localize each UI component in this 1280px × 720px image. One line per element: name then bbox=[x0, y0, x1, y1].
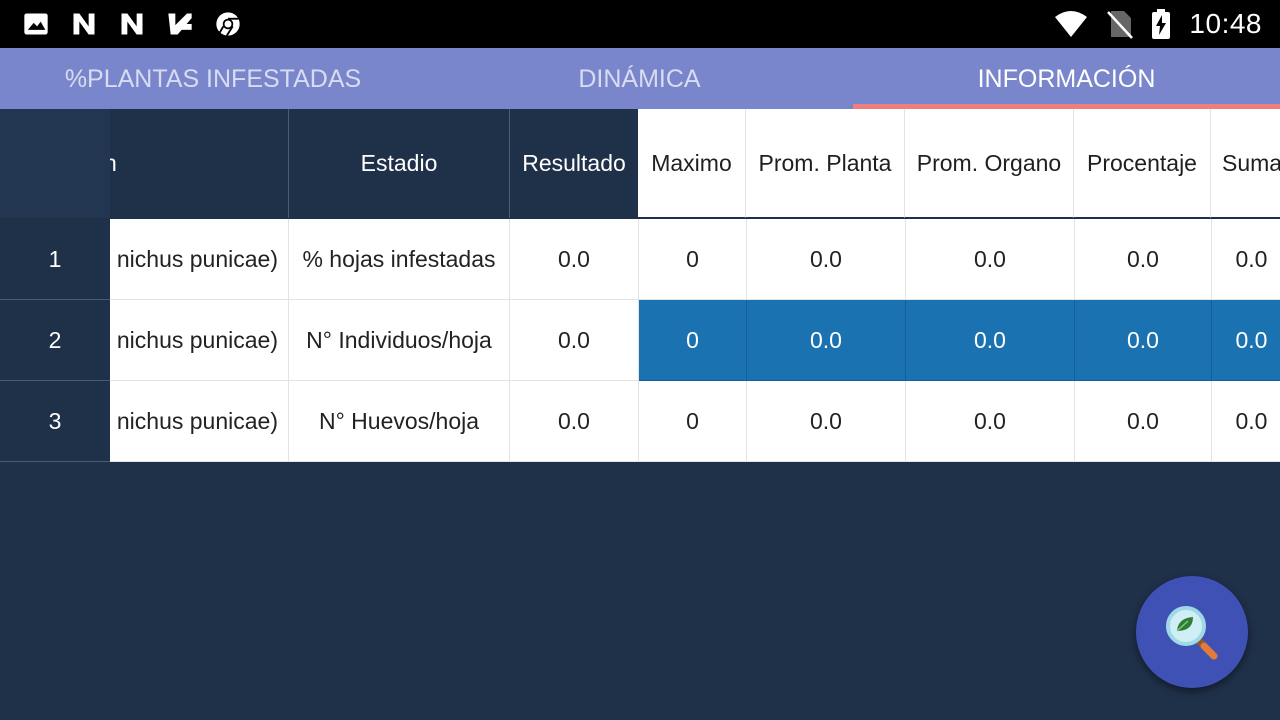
table-cell-prom-planta[interactable]: 0.0 bbox=[747, 381, 906, 462]
column-header-maximo[interactable]: Maximo bbox=[638, 109, 746, 218]
table-cell-estadio[interactable]: % hojas infestadas bbox=[289, 219, 510, 300]
search-fab-button[interactable] bbox=[1136, 576, 1248, 688]
table-cell-resultado[interactable]: 0.0 bbox=[510, 300, 639, 381]
notification-icons bbox=[22, 10, 242, 38]
n-app-icon bbox=[73, 13, 95, 35]
header-divider bbox=[288, 109, 289, 218]
system-icons: 10:48 bbox=[1053, 8, 1262, 40]
corner-header bbox=[0, 109, 110, 218]
data-table: n Estadio Resultado Maximo Prom. Planta … bbox=[0, 109, 1280, 462]
image-icon bbox=[24, 13, 48, 35]
table-cell-suma[interactable]: 0.0 bbox=[1212, 219, 1280, 300]
wifi-icon bbox=[1055, 11, 1088, 37]
row-number: 1 bbox=[0, 219, 110, 300]
column-header-resultado[interactable]: Resultado bbox=[510, 109, 638, 218]
tab-plantas-infestadas[interactable]: %PLANTAS INFESTADAS bbox=[0, 48, 426, 109]
column-header-suma[interactable]: Suma bbox=[1211, 109, 1280, 218]
column-header-name[interactable]: n bbox=[110, 109, 288, 218]
table-cell-procentaje[interactable]: 0.0 bbox=[1075, 219, 1212, 300]
table-cell-prom-organo[interactable]: 0.0 bbox=[906, 219, 1075, 300]
row-number: 2 bbox=[0, 300, 110, 381]
table-cell-estadio[interactable]: N° Huevos/hoja bbox=[289, 381, 510, 462]
row-number: 3 bbox=[0, 381, 110, 462]
table-cell-prom-planta[interactable]: 0.0 bbox=[747, 300, 906, 381]
column-header-prom-planta[interactable]: Prom. Planta bbox=[746, 109, 905, 218]
battery-charging-icon bbox=[1152, 9, 1171, 39]
table-cell-estadio[interactable]: N° Individuos/hoja bbox=[289, 300, 510, 381]
tab-bar: %PLANTAS INFESTADAS DINÁMICA INFORMACIÓN bbox=[0, 48, 1280, 109]
table-cell-maximo[interactable]: 0 bbox=[639, 381, 747, 462]
n-app-icon bbox=[121, 13, 143, 35]
table-cell-procentaje[interactable]: 0.0 bbox=[1075, 381, 1212, 462]
table-cell-name[interactable]: nichus punicae) bbox=[110, 381, 289, 462]
column-header-estadio[interactable]: Estadio bbox=[289, 109, 509, 218]
no-sim-icon bbox=[1107, 11, 1134, 39]
table-cell-resultado[interactable]: 0.0 bbox=[510, 219, 639, 300]
column-header-prom-organo[interactable]: Prom. Organo bbox=[905, 109, 1074, 218]
table-cell-suma[interactable]: 0.0 bbox=[1212, 300, 1280, 381]
column-header-procentaje[interactable]: Procentaje bbox=[1074, 109, 1211, 218]
table-cell-prom-planta[interactable]: 0.0 bbox=[747, 219, 906, 300]
checkmark-app-icon bbox=[168, 13, 192, 35]
magnifier-leaf-icon bbox=[1166, 606, 1218, 660]
table-cell-prom-organo[interactable]: 0.0 bbox=[906, 300, 1075, 381]
table-cell-name[interactable]: nichus punicae) bbox=[110, 300, 289, 381]
table-cell-resultado[interactable]: 0.0 bbox=[510, 381, 639, 462]
table-cell-prom-organo[interactable]: 0.0 bbox=[906, 381, 1075, 462]
header-divider bbox=[509, 109, 510, 218]
table-cell-maximo[interactable]: 0 bbox=[639, 219, 747, 300]
clock: 10:48 bbox=[1189, 8, 1262, 39]
tab-dinamica[interactable]: DINÁMICA bbox=[426, 48, 853, 109]
table-cell-name[interactable]: nichus punicae) bbox=[110, 219, 289, 300]
table-cell-suma[interactable]: 0.0 bbox=[1212, 381, 1280, 462]
chrome-icon bbox=[216, 12, 240, 37]
tab-informacion[interactable]: INFORMACIÓN bbox=[853, 48, 1280, 109]
table-cell-maximo[interactable]: 0 bbox=[639, 300, 747, 381]
status-bar: 10:48 bbox=[0, 0, 1280, 48]
table-cell-procentaje[interactable]: 0.0 bbox=[1075, 300, 1212, 381]
